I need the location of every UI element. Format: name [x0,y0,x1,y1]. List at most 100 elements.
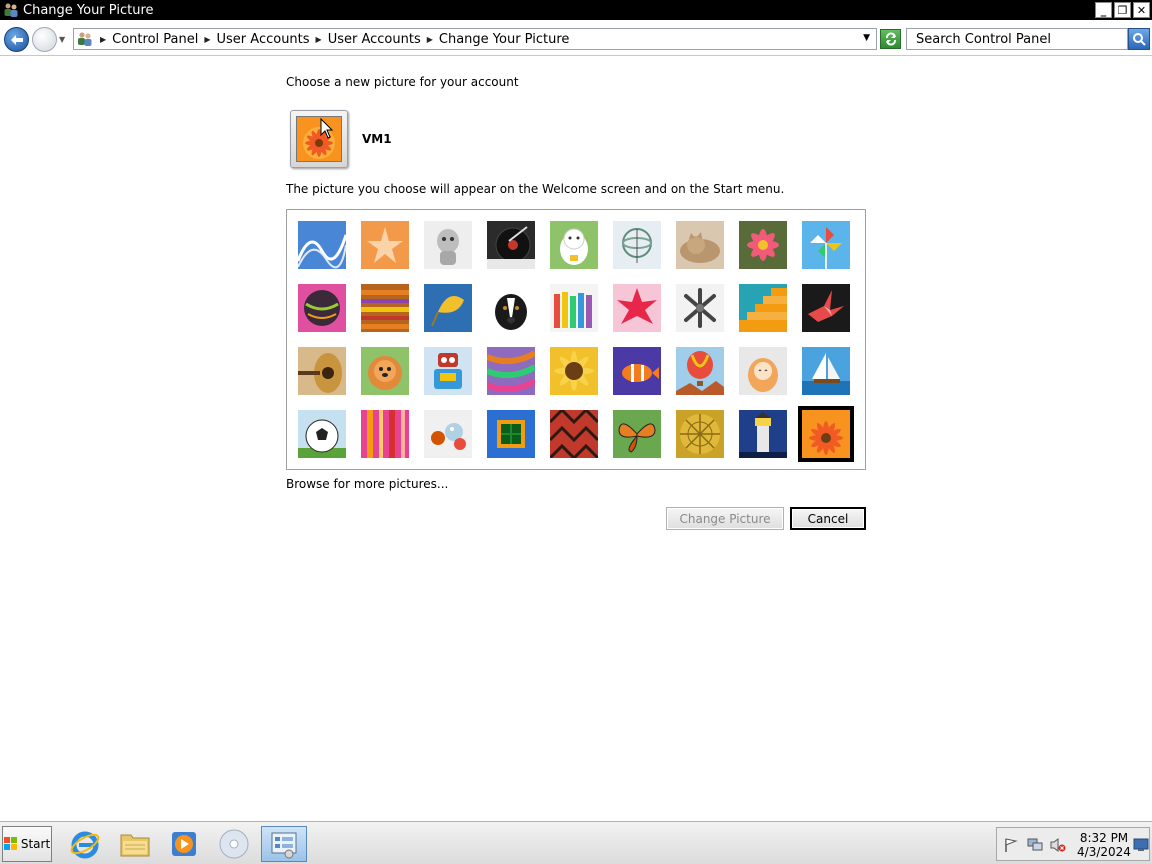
picture-tile-lighthouse[interactable] [739,410,787,458]
forward-button[interactable] [32,27,57,52]
breadcrumb-user-accounts-2[interactable]: User Accounts ▶ [328,32,439,47]
media-player-icon [172,832,196,856]
picture-tile-kitten[interactable] [676,221,724,269]
breadcrumb[interactable]: ▶ Control Panel ▶ User Accounts ▶ User A… [73,28,877,50]
picture-tile-ball[interactable] [298,284,346,332]
network-icon[interactable] [1026,837,1044,853]
picture-tile-fabric[interactable] [361,284,409,332]
picture-tile-paper-star[interactable] [613,284,661,332]
mouse-cursor-icon [320,118,334,139]
picture-tile-soccer-ball[interactable] [298,410,346,458]
taskbar-media-player[interactable] [161,826,207,862]
picture-tile-doll[interactable] [739,347,787,395]
breadcrumb-separator-icon[interactable]: ▶ [316,35,322,44]
account-name: VM1 [362,132,392,146]
taskbar-control-panel[interactable] [261,826,307,862]
clock-time: 8:32 PM [1079,831,1129,845]
taskbar-file-explorer[interactable] [112,826,158,862]
breadcrumb-change-your-picture[interactable]: Change Your Picture [439,32,570,47]
breadcrumb-label: User Accounts [327,31,421,47]
picture-tile-woven-basket[interactable] [676,410,724,458]
system-clock[interactable]: 8:32 PM 4/3/2024 [1075,831,1133,859]
minimize-button[interactable]: _ [1095,2,1112,18]
show-desktop-icon[interactable] [1133,838,1149,852]
recent-pages-dropdown-icon[interactable]: ▼ [59,35,65,44]
picture-tile-sailboat[interactable] [802,347,850,395]
picture-grid [286,209,866,470]
minimize-icon: _ [1100,3,1107,17]
address-bar: ▼ ▶ Control Panel ▶ User Accounts ▶ User… [0,20,1152,56]
picture-tile-crayons[interactable] [550,284,598,332]
close-button[interactable]: ✕ [1133,2,1150,18]
picture-tile-pomeranian[interactable] [361,347,409,395]
picture-tile-pinwheel[interactable] [802,221,850,269]
control-panel-icon [271,832,297,859]
breadcrumb-label: Control Panel [112,31,199,47]
picture-tile-starfish[interactable] [361,221,409,269]
disc-icon [219,829,249,859]
clock-date: 4/3/2024 [1077,845,1131,859]
picture-tile-clownfish[interactable] [613,347,661,395]
taskbar-internet-explorer[interactable] [62,826,108,862]
restore-icon: ❐ [1117,3,1128,17]
search-icon [1133,33,1146,46]
picture-tile-guitar[interactable] [298,347,346,395]
picture-tile-tin-robot[interactable] [424,347,472,395]
title-bar: Change Your Picture _ ❐ ✕ [0,0,1152,20]
windows-logo-icon [3,837,17,850]
picture-tile-robot-toy[interactable] [424,221,472,269]
picture-tile-gyroscope[interactable] [613,221,661,269]
breadcrumb-label: Change Your Picture [438,31,570,47]
cancel-button[interactable]: Cancel [790,507,866,530]
picture-tile-pink-flower[interactable] [739,221,787,269]
page-title: Choose a new picture for your account [286,75,519,89]
current-account-picture [290,110,348,168]
picture-tile-scarves[interactable] [487,347,535,395]
picture-tile-marbles[interactable] [424,410,472,458]
breadcrumb-root-separator[interactable]: ▶ [100,35,112,44]
breadcrumb-control-panel[interactable]: Control Panel ▶ [112,32,216,47]
breadcrumb-user-accounts[interactable]: User Accounts ▶ [217,32,328,47]
refresh-button[interactable] [880,29,901,49]
back-button[interactable] [4,27,29,52]
picture-tile-patterned-cloth[interactable] [550,410,598,458]
picture-tile-sunflower[interactable] [550,347,598,395]
start-button[interactable]: Start [2,826,52,862]
picture-tile-record-player[interactable] [487,221,535,269]
taskbar-disc[interactable] [211,826,257,862]
internet-explorer-icon [70,831,100,859]
picture-tile-hot-air-balloon[interactable] [676,347,724,395]
action-center-flag-icon[interactable] [1003,837,1019,853]
users-icon [3,2,19,18]
restore-button[interactable]: ❐ [1114,2,1131,18]
volume-muted-icon[interactable] [1049,837,1067,853]
search-button[interactable] [1128,28,1150,50]
picture-tile-stairs[interactable] [739,284,787,332]
picture-tile-jacks[interactable] [676,284,724,332]
picture-tile-lucky-cat[interactable] [550,221,598,269]
picture-tile-dog[interactable] [487,284,535,332]
close-icon: ✕ [1136,3,1147,17]
change-picture-button[interactable]: Change Picture [666,507,784,530]
picture-info-text: The picture you choose will appear on th… [286,182,785,196]
browse-more-pictures-link[interactable]: Browse for more pictures... [286,477,448,491]
picture-tile-butterfly[interactable] [613,410,661,458]
folder-icon [120,834,150,857]
breadcrumb-separator-icon[interactable]: ▶ [204,35,210,44]
notification-area: 8:32 PM 4/3/2024 [996,827,1150,861]
breadcrumb-label: User Accounts [216,31,310,47]
taskbar: Start 8:32 PM 4/3/2024 [0,821,1152,864]
picture-tile-window-frame[interactable] [487,410,535,458]
refresh-icon [885,32,896,46]
start-label: Start [20,837,51,851]
picture-tile-leaf[interactable] [424,284,472,332]
picture-tile-paper-crane[interactable] [802,284,850,332]
picture-tile-orange-flower[interactable] [798,406,854,462]
arrow-left-icon [10,34,23,45]
picture-tile-striped-fabric[interactable] [361,410,409,458]
picture-tile-roller-coaster[interactable] [298,221,346,269]
search-input[interactable]: Search Control Panel [906,28,1128,50]
address-history-dropdown-icon[interactable]: ▼ [863,33,870,43]
users-icon [76,31,94,47]
breadcrumb-separator-icon[interactable]: ▶ [427,35,433,44]
